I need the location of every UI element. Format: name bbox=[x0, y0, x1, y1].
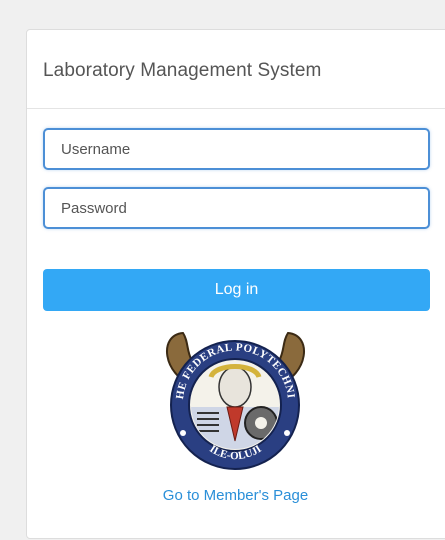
member-page-link[interactable]: Go to Member's Page bbox=[27, 487, 444, 504]
login-button[interactable]: Log in bbox=[43, 269, 430, 311]
polytechnic-logo: THE FEDERAL POLYTECHNIC ILE-OLUJI bbox=[153, 315, 305, 470]
username-input[interactable] bbox=[43, 128, 430, 170]
password-input[interactable] bbox=[43, 187, 430, 229]
panel-heading: Laboratory Management System bbox=[27, 30, 445, 109]
login-panel: Laboratory Management System Log in bbox=[26, 29, 445, 539]
page-title: Laboratory Management System bbox=[43, 60, 322, 81]
